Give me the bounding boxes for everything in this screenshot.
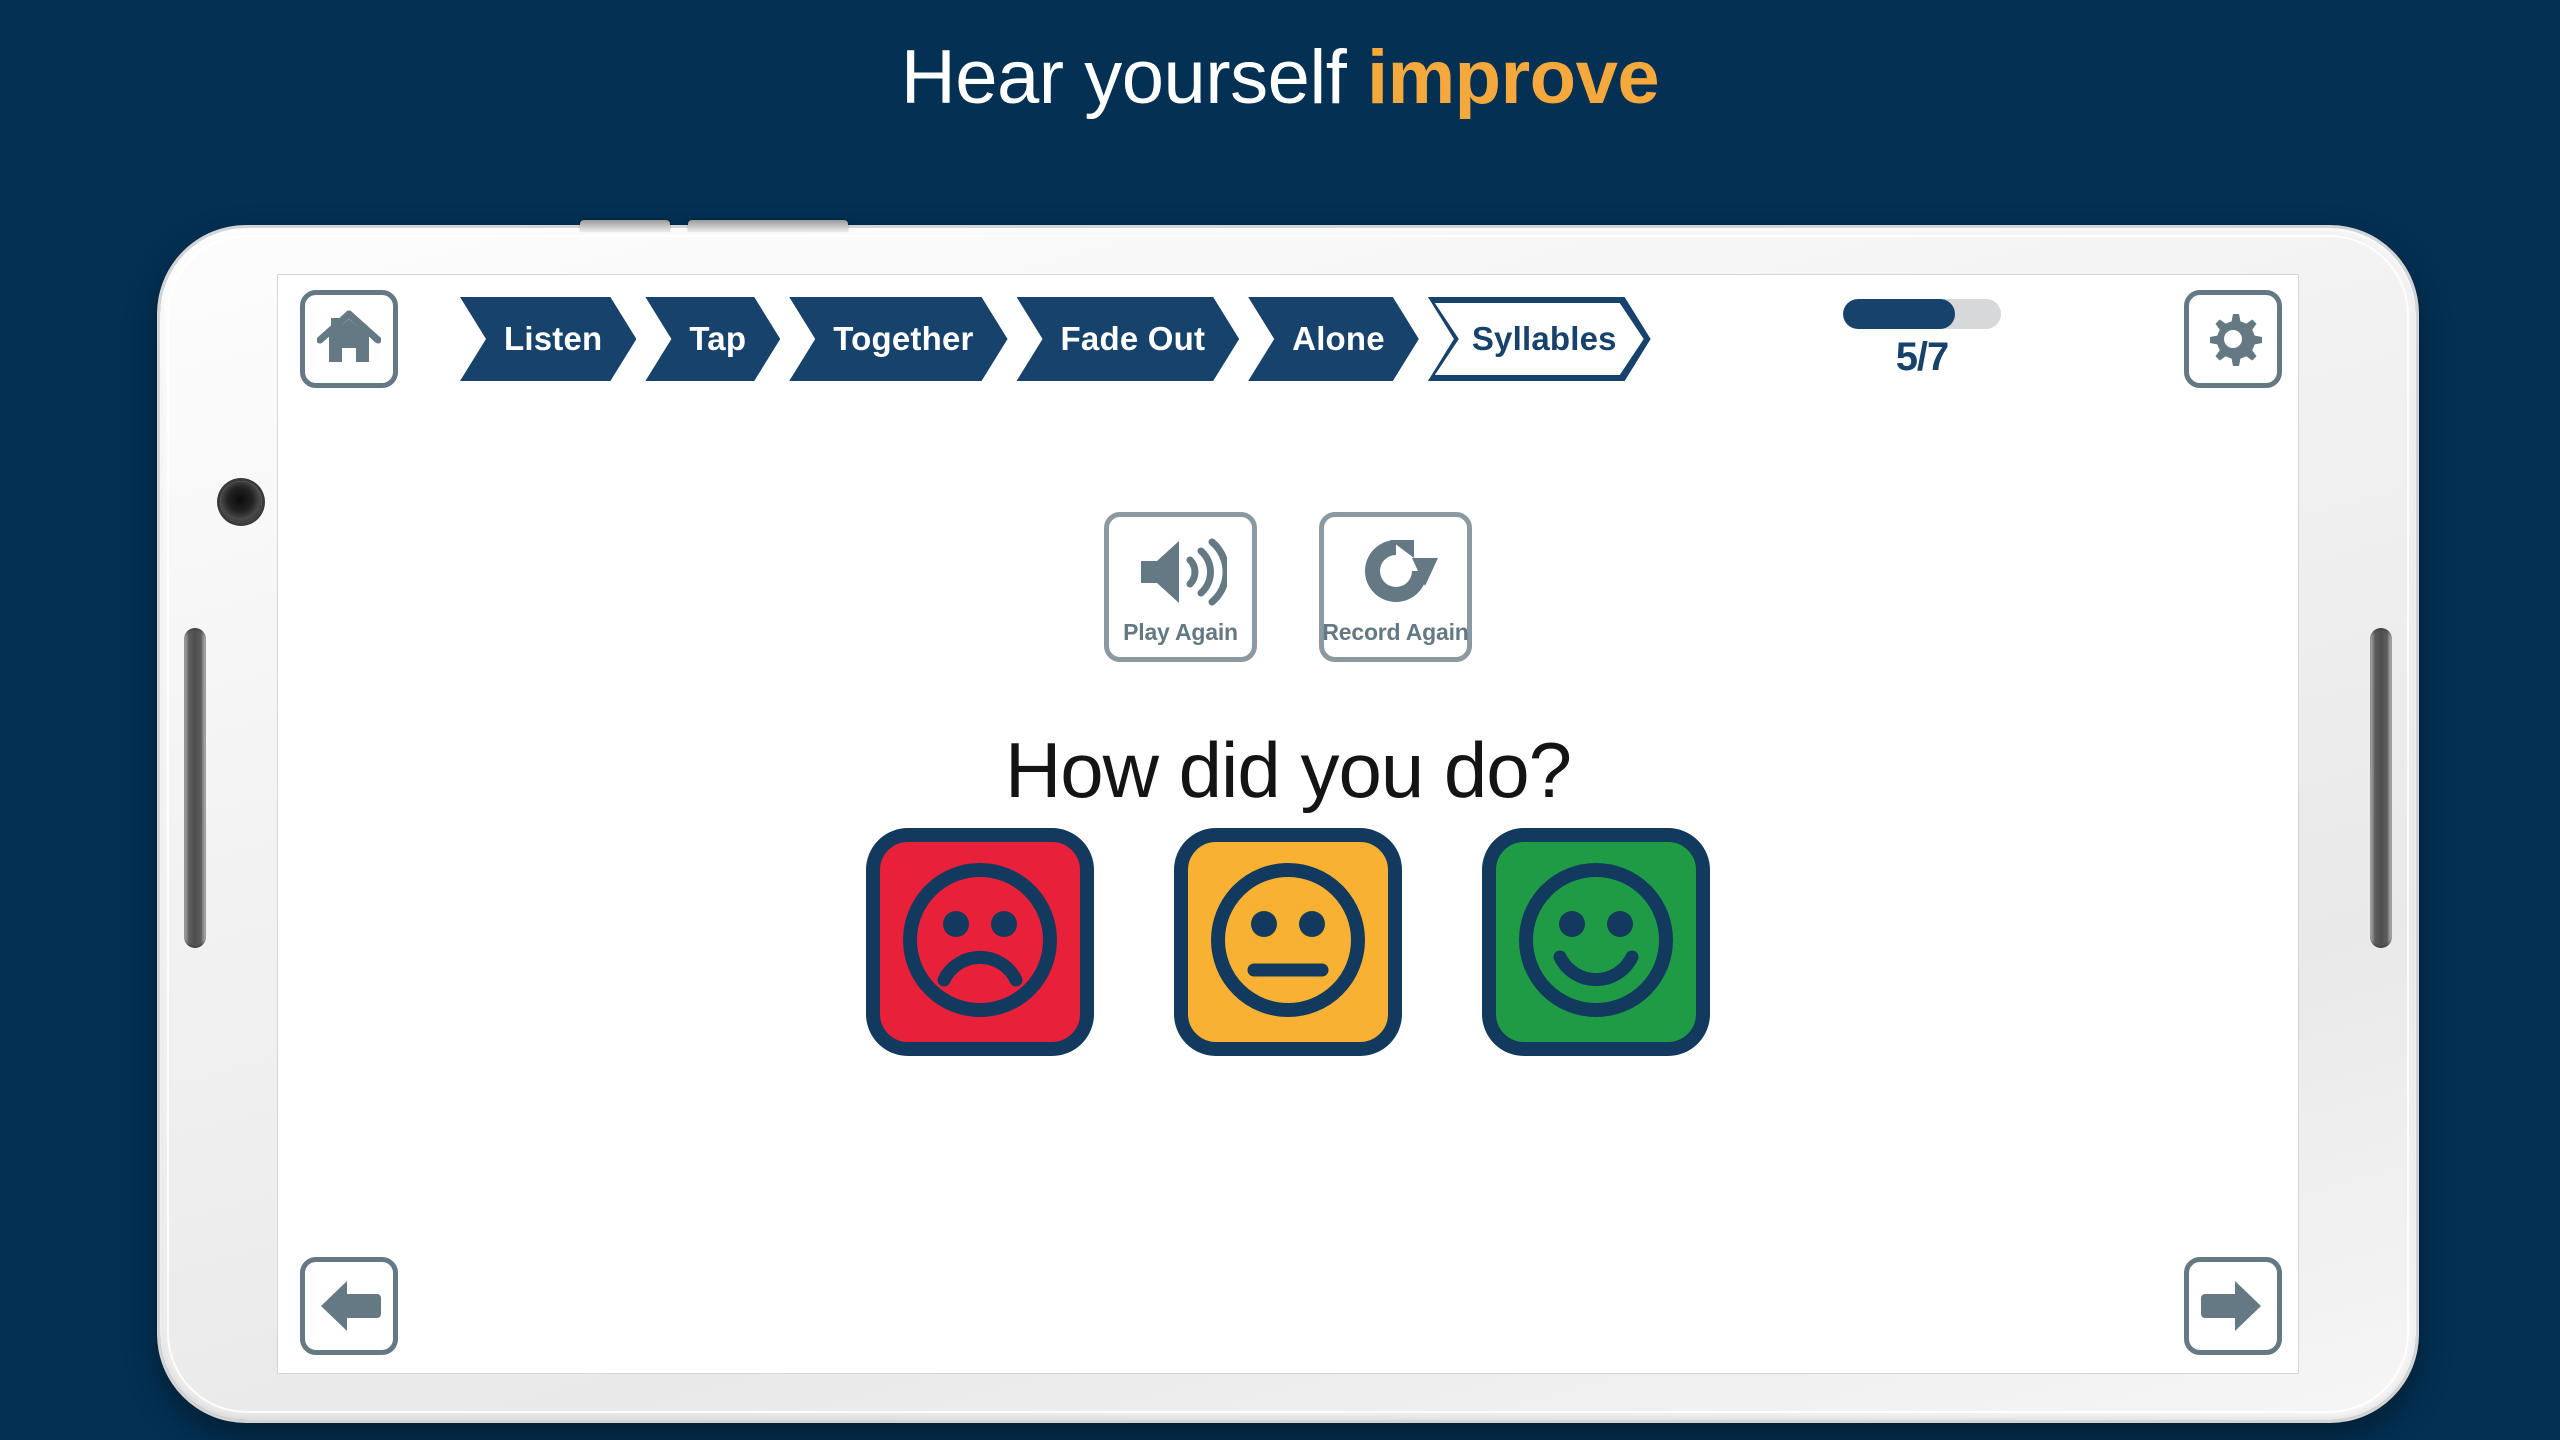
- back-button[interactable]: [300, 1257, 398, 1355]
- breadcrumb-step-tap[interactable]: Tap: [645, 297, 780, 381]
- arrow-left-icon: [317, 1277, 381, 1335]
- home-icon: [317, 310, 381, 368]
- arrow-right-icon: [2201, 1277, 2265, 1335]
- breadcrumb-step-alone[interactable]: Alone: [1248, 297, 1419, 381]
- refresh-redo-icon: [1354, 529, 1438, 615]
- progress-track: [1843, 299, 2001, 329]
- action-button-row: Play Again Record Again: [278, 512, 2298, 662]
- breadcrumb-step-together[interactable]: Together: [789, 297, 1007, 381]
- breadcrumb-step-listen[interactable]: Listen: [460, 297, 636, 381]
- volume-button[interactable]: [688, 220, 848, 232]
- left-speaker-grille: [184, 628, 206, 948]
- breadcrumb: Listen Tap Together Fade Out Alone Sylla…: [460, 297, 1660, 381]
- progress-indicator: 5/7: [1843, 299, 2001, 380]
- right-speaker-grille: [2370, 628, 2392, 948]
- forward-button[interactable]: [2184, 1257, 2282, 1355]
- neutral-face-button[interactable]: [1174, 828, 1402, 1056]
- home-button[interactable]: [300, 290, 398, 388]
- happy-face-button[interactable]: [1482, 828, 1710, 1056]
- breadcrumb-step-fade-out[interactable]: Fade Out: [1017, 297, 1240, 381]
- page-title-accent: improve: [1366, 35, 1660, 120]
- prompt-text: How did you do?: [1004, 726, 1572, 814]
- breadcrumb-step-label: Listen: [504, 320, 603, 357]
- front-camera: [220, 481, 262, 523]
- rating-face-row: [278, 828, 2298, 1056]
- gear-icon: [2202, 308, 2264, 370]
- page-title-plain: Hear yourself: [900, 35, 1367, 120]
- settings-button[interactable]: [2184, 290, 2282, 388]
- breadcrumb-step-syllables[interactable]: Syllables: [1428, 297, 1651, 381]
- play-again-label: Play Again: [1123, 618, 1238, 645]
- progress-fill: [1843, 299, 1956, 329]
- happy-face-icon: [1512, 856, 1680, 1029]
- breadcrumb-step-label: Tap: [689, 320, 747, 357]
- app-topbar: Listen Tap Together Fade Out Alone Sylla…: [278, 275, 2298, 395]
- progress-label: 5/7: [1895, 335, 1950, 379]
- sad-face-icon: [896, 856, 1064, 1029]
- breadcrumb-step-label: Syllables: [1471, 320, 1617, 357]
- tablet-device-frame: Listen Tap Together Fade Out Alone Sylla…: [160, 220, 2416, 1420]
- record-again-button[interactable]: Record Again: [1319, 512, 1472, 662]
- speaker-volume-icon: [1135, 529, 1227, 615]
- breadcrumb-step-label: Together: [833, 320, 974, 357]
- sad-face-button[interactable]: [866, 828, 1094, 1056]
- page-title: Hear yourself improve: [0, 34, 2560, 121]
- breadcrumb-step-label: Fade Out: [1060, 320, 1206, 357]
- play-again-button[interactable]: Play Again: [1104, 512, 1257, 662]
- breadcrumb-step-label: Alone: [1292, 320, 1385, 357]
- neutral-face-icon: [1204, 856, 1372, 1029]
- power-button[interactable]: [580, 220, 670, 232]
- app-screen: Listen Tap Together Fade Out Alone Sylla…: [277, 274, 2299, 1374]
- record-again-label: Record Again: [1322, 618, 1469, 645]
